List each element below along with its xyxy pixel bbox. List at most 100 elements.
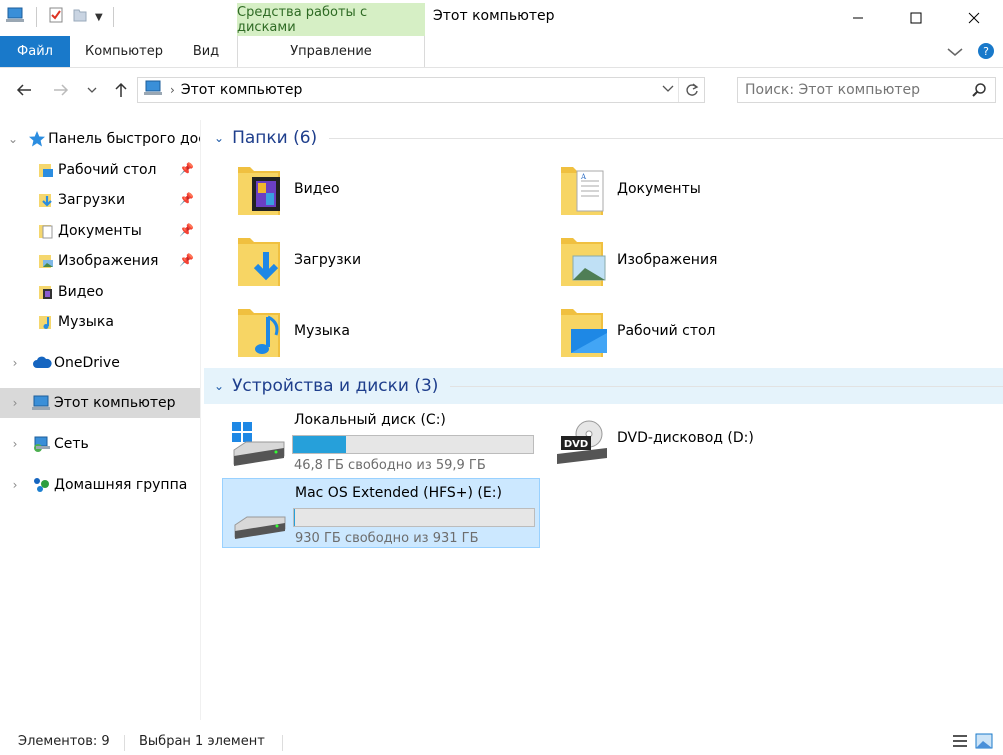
folder-item-documents[interactable]: A Документы	[527, 159, 827, 219]
drive-item-c[interactable]: Локальный диск (C:) 46,8 ГБ свободно из …	[222, 406, 540, 476]
chevron-right-icon[interactable]: ›	[8, 478, 22, 492]
status-divider	[124, 735, 125, 751]
new-folder-icon[interactable]	[71, 6, 89, 28]
large-icons-view-button[interactable]	[975, 732, 993, 754]
tab-manage[interactable]: Управление	[237, 36, 425, 67]
tab-computer[interactable]: Компьютер	[76, 36, 172, 67]
dvd-drive-icon: DVD	[551, 418, 609, 468]
folder-item-pictures[interactable]: Изображения	[527, 230, 827, 290]
music-folder-icon	[236, 303, 286, 359]
arrow-left-icon	[16, 84, 31, 96]
chevron-down-icon[interactable]: ⌄	[214, 131, 224, 145]
title-bar: ▼ Средства работы с дисками Этот компьют…	[0, 0, 1003, 36]
pin-icon[interactable]: 📌	[179, 253, 194, 267]
forward-button[interactable]	[49, 78, 73, 102]
svg-text:?: ?	[983, 45, 989, 58]
expand-ribbon-button[interactable]	[947, 45, 963, 61]
svg-text:DVD: DVD	[564, 439, 588, 450]
folder-name: Музыка	[294, 323, 350, 339]
chevron-down-icon	[947, 48, 963, 56]
close-button[interactable]	[945, 0, 1003, 36]
search-box[interactable]	[737, 77, 996, 103]
folders-group-header[interactable]: ⌄ Папки (6)	[204, 120, 1003, 156]
nav-homegroup[interactable]: › Домашняя группа	[0, 470, 200, 500]
chevron-down-icon	[662, 85, 674, 92]
folder-item-desktop[interactable]: Рабочий стол	[527, 301, 827, 361]
drive-usage-bar	[292, 435, 534, 454]
address-history-dropdown[interactable]	[662, 82, 674, 96]
desktop-folder-icon	[559, 303, 609, 359]
folder-item-music[interactable]: Музыка	[204, 301, 504, 361]
windows-drive-icon	[228, 418, 286, 468]
search-input[interactable]	[745, 82, 965, 98]
search-icon[interactable]	[971, 82, 987, 102]
nav-label: Документы	[58, 223, 142, 239]
nav-item-downloads[interactable]: Загрузки 📌	[0, 185, 200, 215]
folder-item-videos[interactable]: Видео	[204, 159, 504, 219]
tab-file[interactable]: Файл	[0, 36, 70, 67]
large-icons-view-icon	[975, 733, 993, 749]
content-area: ⌄ Папки (6) Видео A Документы Загрузки И…	[204, 120, 1003, 725]
breadcrumb-separator-icon[interactable]: ›	[170, 83, 175, 97]
chevron-right-icon[interactable]: ›	[8, 356, 22, 370]
back-button[interactable]	[12, 78, 36, 102]
group-divider	[329, 137, 1003, 139]
chevron-down-icon[interactable]: ⌄	[8, 132, 18, 146]
drive-usage-bar	[293, 508, 535, 527]
nav-label: Этот компьютер	[54, 395, 176, 411]
nav-label: Сеть	[54, 436, 89, 452]
nav-network[interactable]: › Сеть	[0, 429, 200, 459]
folder-name: Видео	[294, 181, 340, 197]
arrow-up-icon	[115, 82, 127, 97]
nav-item-videos[interactable]: Видео	[0, 277, 200, 307]
tab-view[interactable]: Вид	[180, 36, 232, 67]
nav-quick-access[interactable]: ⌄ Панель быстрого доступа	[0, 124, 200, 154]
breadcrumb-this-pc[interactable]: Этот компьютер	[181, 82, 303, 98]
pin-icon[interactable]: 📌	[179, 162, 194, 176]
homegroup-icon	[32, 476, 52, 494]
cloud-icon	[32, 354, 52, 372]
nav-label: OneDrive	[54, 355, 120, 371]
maximize-button[interactable]	[887, 0, 945, 36]
properties-icon[interactable]	[47, 6, 65, 28]
arrow-right-icon	[54, 84, 69, 96]
downloads-folder-icon	[36, 191, 56, 209]
drives-group-header[interactable]: ⌄ Устройства и диски (3)	[204, 368, 1003, 404]
nav-onedrive[interactable]: › OneDrive	[0, 348, 200, 378]
nav-item-pictures[interactable]: Изображения 📌	[0, 246, 200, 276]
address-bar[interactable]: › Этот компьютер	[137, 77, 705, 103]
details-view-button[interactable]	[951, 732, 969, 754]
recent-locations-button[interactable]	[80, 78, 104, 102]
status-divider	[282, 735, 283, 751]
customize-toolbar-icon[interactable]: ▼	[95, 12, 103, 23]
drive-item-e[interactable]: Mac OS Extended (HFS+) (E:) 930 ГБ свобо…	[222, 478, 540, 548]
drive-name: DVD-дисковод (D:)	[617, 430, 754, 446]
refresh-button[interactable]	[678, 78, 704, 102]
nav-item-music[interactable]: Музыка	[0, 307, 200, 337]
nav-label: Рабочий стол	[58, 162, 157, 178]
context-tab-group-label: Средства работы с дисками	[237, 3, 425, 36]
item-count: Элементов: 9	[18, 734, 110, 749]
nav-this-pc[interactable]: › Этот компьютер	[0, 388, 200, 418]
folder-name: Документы	[617, 181, 701, 197]
chevron-right-icon[interactable]: ›	[8, 396, 22, 410]
refresh-icon	[685, 83, 698, 96]
pin-icon[interactable]: 📌	[179, 223, 194, 237]
chevron-down-icon[interactable]: ⌄	[214, 379, 224, 393]
nav-item-documents[interactable]: Документы 📌	[0, 216, 200, 246]
minimize-button[interactable]	[829, 0, 887, 36]
separator	[112, 7, 114, 27]
chevron-right-icon[interactable]: ›	[8, 437, 22, 451]
nav-item-desktop[interactable]: Рабочий стол 📌	[0, 155, 200, 185]
selection-count: Выбран 1 элемент	[139, 734, 265, 749]
nav-label: Видео	[58, 284, 104, 300]
folder-name: Изображения	[617, 252, 718, 268]
help-button[interactable]: ?	[977, 42, 995, 64]
folder-item-downloads[interactable]: Загрузки	[204, 230, 504, 290]
pin-icon[interactable]: 📌	[179, 192, 194, 206]
hard-drive-icon	[229, 491, 287, 541]
up-button[interactable]	[109, 78, 133, 102]
drive-item-d[interactable]: DVD DVD-дисковод (D:)	[545, 406, 863, 476]
star-icon	[28, 130, 46, 148]
pictures-folder-icon	[36, 252, 56, 270]
